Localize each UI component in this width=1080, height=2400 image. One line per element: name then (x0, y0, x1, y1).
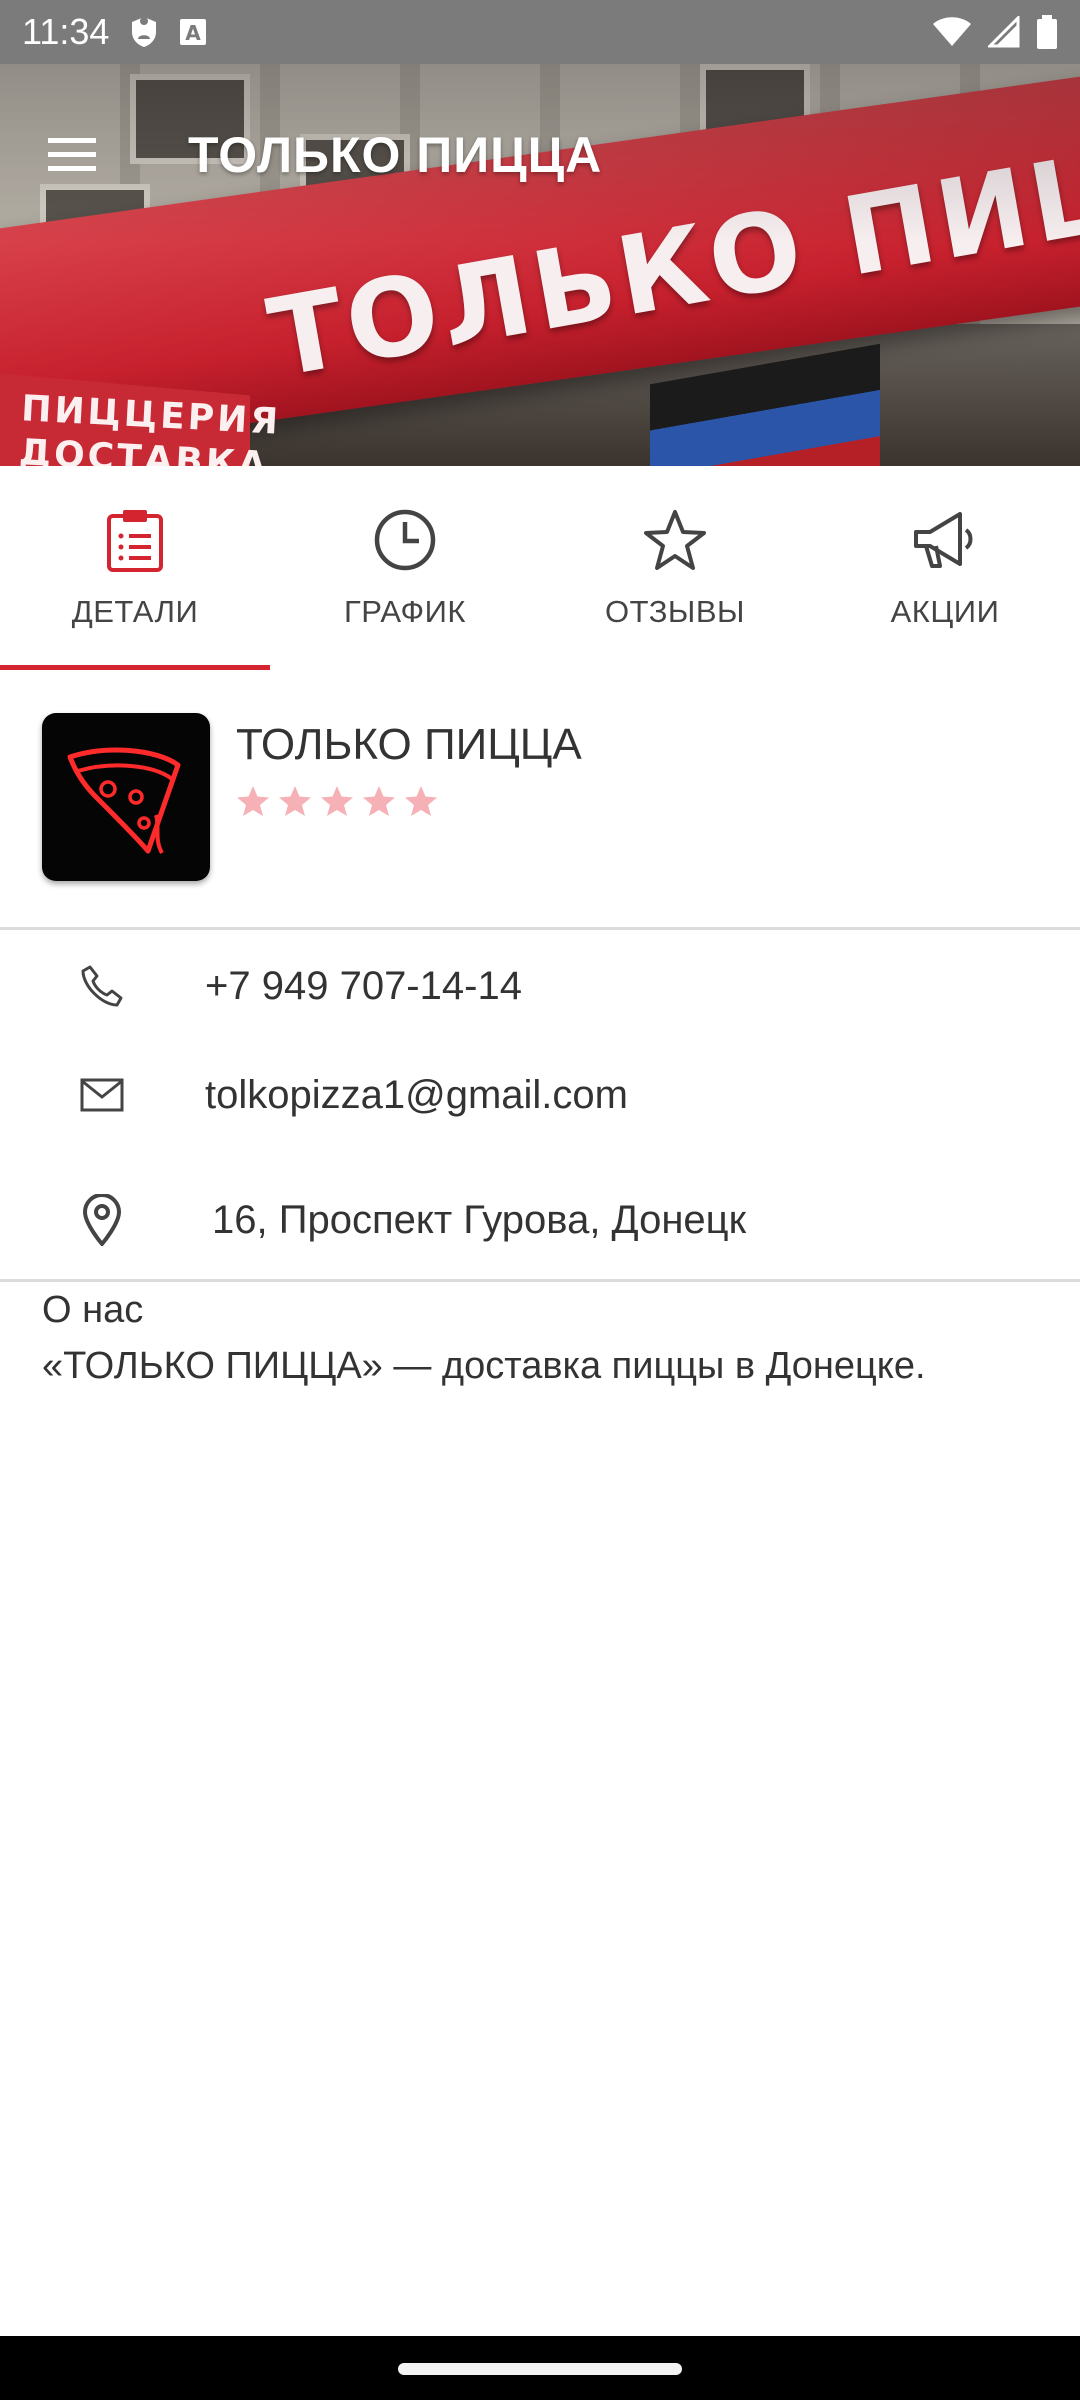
tab-label: ДЕТАЛИ (71, 594, 199, 629)
tab-label: АКЦИИ (890, 594, 1000, 629)
tab-label: ГРАФИК (344, 594, 466, 629)
business-name: ТОЛЬКО ПИЦЦА (236, 720, 582, 769)
phone-number: +7 949 707-14-14 (205, 964, 522, 1008)
phone-row[interactable]: +7 949 707-14-14 (0, 936, 1080, 1036)
star-icon (363, 786, 395, 816)
tab-promotions[interactable]: АКЦИИ (810, 466, 1080, 670)
divider (0, 927, 1080, 930)
tab-bar: ДЕТАЛИ ГРАФИК ОТЗЫВЫ АКЦИИ (0, 466, 1080, 670)
star-icon (321, 786, 353, 816)
phone-icon (76, 958, 128, 1014)
email-icon (76, 1067, 128, 1123)
tab-label: ОТЗЫВЫ (605, 594, 745, 629)
home-gesture-handle[interactable] (398, 2363, 682, 2375)
star-icon (237, 786, 269, 816)
pizza-slice-icon (67, 747, 181, 854)
svg-text:A: A (186, 21, 202, 45)
shield-icon (129, 15, 159, 49)
tab-schedule[interactable]: ГРАФИК (270, 466, 540, 670)
hero-sign-small: ПИЦЦЕРИЯ ДОСТАВКА (18, 387, 282, 466)
star-icon (279, 786, 311, 816)
clock-icon (373, 502, 437, 578)
divider (0, 1279, 1080, 1282)
about-text: «ТОЛЬКО ПИЦЦА» — доставка пиццы в Донецк… (42, 1345, 926, 1387)
email-row[interactable]: tolkopizza1@gmail.com (0, 1045, 1080, 1145)
business-logo (42, 713, 210, 881)
address-row[interactable]: 16, Проспект Гурова, Донецк (0, 1170, 1080, 1270)
clipboard-icon (105, 502, 165, 578)
megaphone-icon (912, 502, 978, 578)
status-time: 11:34 (22, 11, 110, 52)
menu-button[interactable] (40, 124, 104, 188)
hero-image: ТОЛЬКО ПИЦЦА ПИЦЦЕРИЯ ДОСТАВКА ТОЛЬКО ПИ… (0, 64, 1080, 466)
status-bar: 11:34 A (0, 0, 1080, 64)
business-header: ТОЛЬКО ПИЦЦА (0, 670, 1080, 928)
address-text: 16, Проспект Гурова, Донецк (212, 1198, 747, 1242)
rating-stars (236, 785, 438, 817)
email-address: tolkopizza1@gmail.com (205, 1073, 628, 1117)
wifi-icon (932, 16, 972, 48)
text-a-icon: A (179, 18, 207, 46)
tab-reviews[interactable]: ОТЗЫВЫ (540, 466, 810, 670)
tab-details[interactable]: ДЕТАЛИ (0, 466, 270, 670)
signal-icon (988, 16, 1020, 48)
menu-icon (46, 134, 98, 179)
about-title: О нас (42, 1289, 144, 1331)
battery-icon (1036, 15, 1058, 49)
location-pin-icon (76, 1192, 128, 1248)
star-icon (642, 502, 708, 578)
page-title: ТОЛЬКО ПИЦЦА (188, 127, 603, 183)
star-icon (405, 786, 437, 816)
